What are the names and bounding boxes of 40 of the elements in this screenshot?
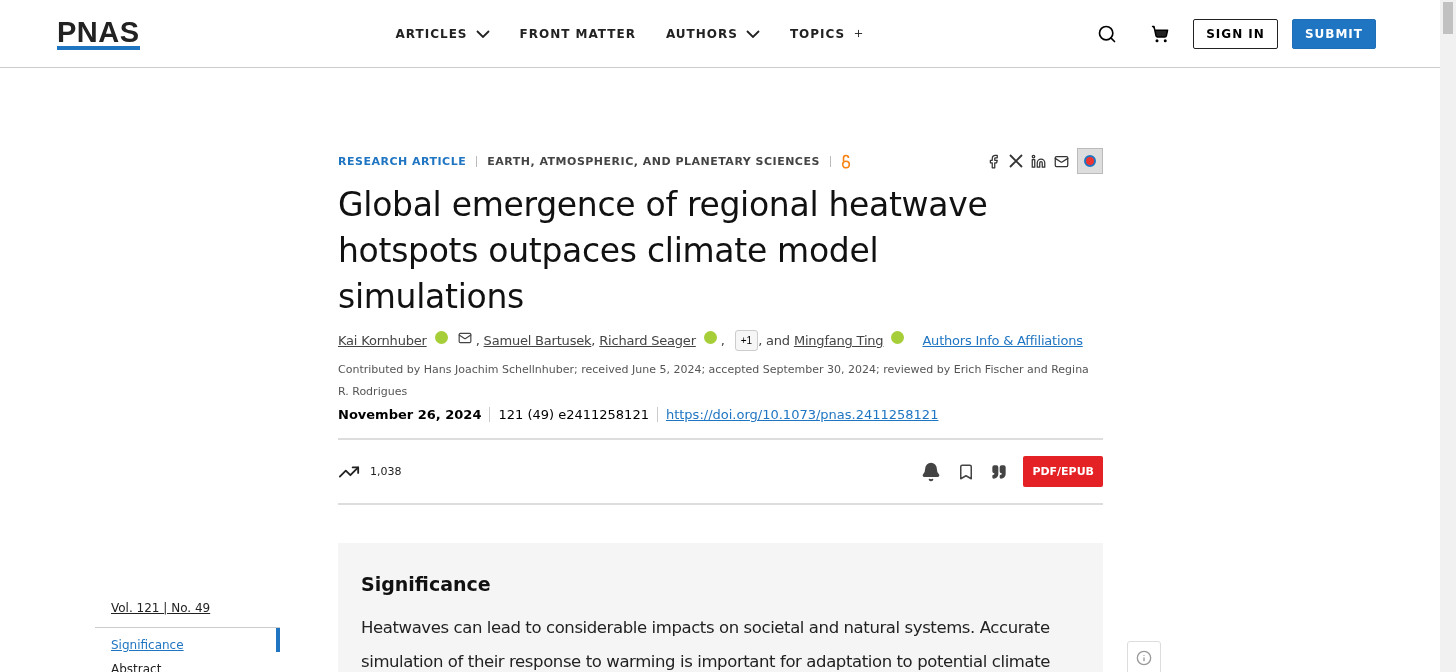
mail-icon[interactable]	[457, 330, 472, 345]
significance-heading: Significance	[361, 573, 492, 595]
submit-button[interactable]: SUBMIT	[1291, 18, 1376, 49]
separator-text: ,	[475, 333, 480, 348]
significance-text: Heatwaves can lead to considerable impacts on societal and natural systems. Accurate simulation of their response to warming is important for adaptation to potential climate	[361, 617, 1052, 672]
article-type[interactable]: RESEARCH ARTICLE	[338, 154, 467, 168]
author-link[interactable]: Kai Kornhuber	[338, 333, 427, 348]
pnas-logo[interactable]: PNAS	[57, 17, 140, 50]
nav-menu-item[interactable]: AUTHORS	[665, 26, 760, 41]
separator-text: , and	[758, 333, 790, 348]
info-icon[interactable]	[1136, 650, 1152, 666]
quote-icon[interactable]	[991, 463, 1008, 480]
author-link[interactable]: Mingfang Ting	[793, 333, 884, 348]
nav-menu-item[interactable]: TOPICS	[789, 26, 865, 41]
plus-icon	[853, 28, 865, 39]
sidebar-item[interactable]: Significance	[95, 628, 280, 652]
scrollbar[interactable]	[1440, 0, 1456, 672]
linkedin-icon[interactable]	[1031, 153, 1046, 169]
contribution-text: Contributed by Hans Joachim Schellnhuber; received June 5, 2024; accepted September 30, 2024; reviewed by Erich Fischer and Regina R. Rodrigues	[338, 362, 1090, 400]
nav-menu-item[interactable]: FRONT MATTER	[519, 26, 636, 41]
publication-date: November 26, 2024	[338, 407, 491, 422]
article-title: Global emergence of regional heatwave hotspots outpaces climate model simulations	[338, 184, 989, 318]
author-link[interactable]: Richard Seager	[599, 333, 696, 348]
chevron-down-icon	[745, 29, 760, 38]
citation-text: 121 (49) e2411258121	[490, 407, 658, 422]
doi-link[interactable]: https://doi.org/10.1073/pnas.2411258121	[657, 407, 939, 422]
nav-menu-item[interactable]: ARTICLES	[395, 26, 490, 41]
article-section[interactable]: EARTH, ATMOSPHERIC, AND PLANETARY SCIENCES	[487, 154, 820, 168]
affiliations-link[interactable]: Authors Info & Affiliations	[922, 333, 1083, 348]
bell-icon[interactable]	[921, 461, 942, 482]
x-icon[interactable]	[1009, 154, 1023, 168]
separator-text: ,	[720, 333, 725, 348]
sign-in-button[interactable]: SIGN IN	[1193, 18, 1278, 49]
more-authors-button[interactable]: +1	[734, 330, 759, 351]
pdf-epub-button[interactable]: PDF/EPUB	[1023, 456, 1103, 487]
separator-text: ,	[591, 333, 596, 348]
volume-link[interactable]: Vol. 121 | No. 49	[95, 601, 280, 628]
chevron-down-icon	[475, 29, 490, 38]
mail-icon[interactable]	[1054, 153, 1069, 169]
metric-count: 1,038	[370, 465, 402, 478]
